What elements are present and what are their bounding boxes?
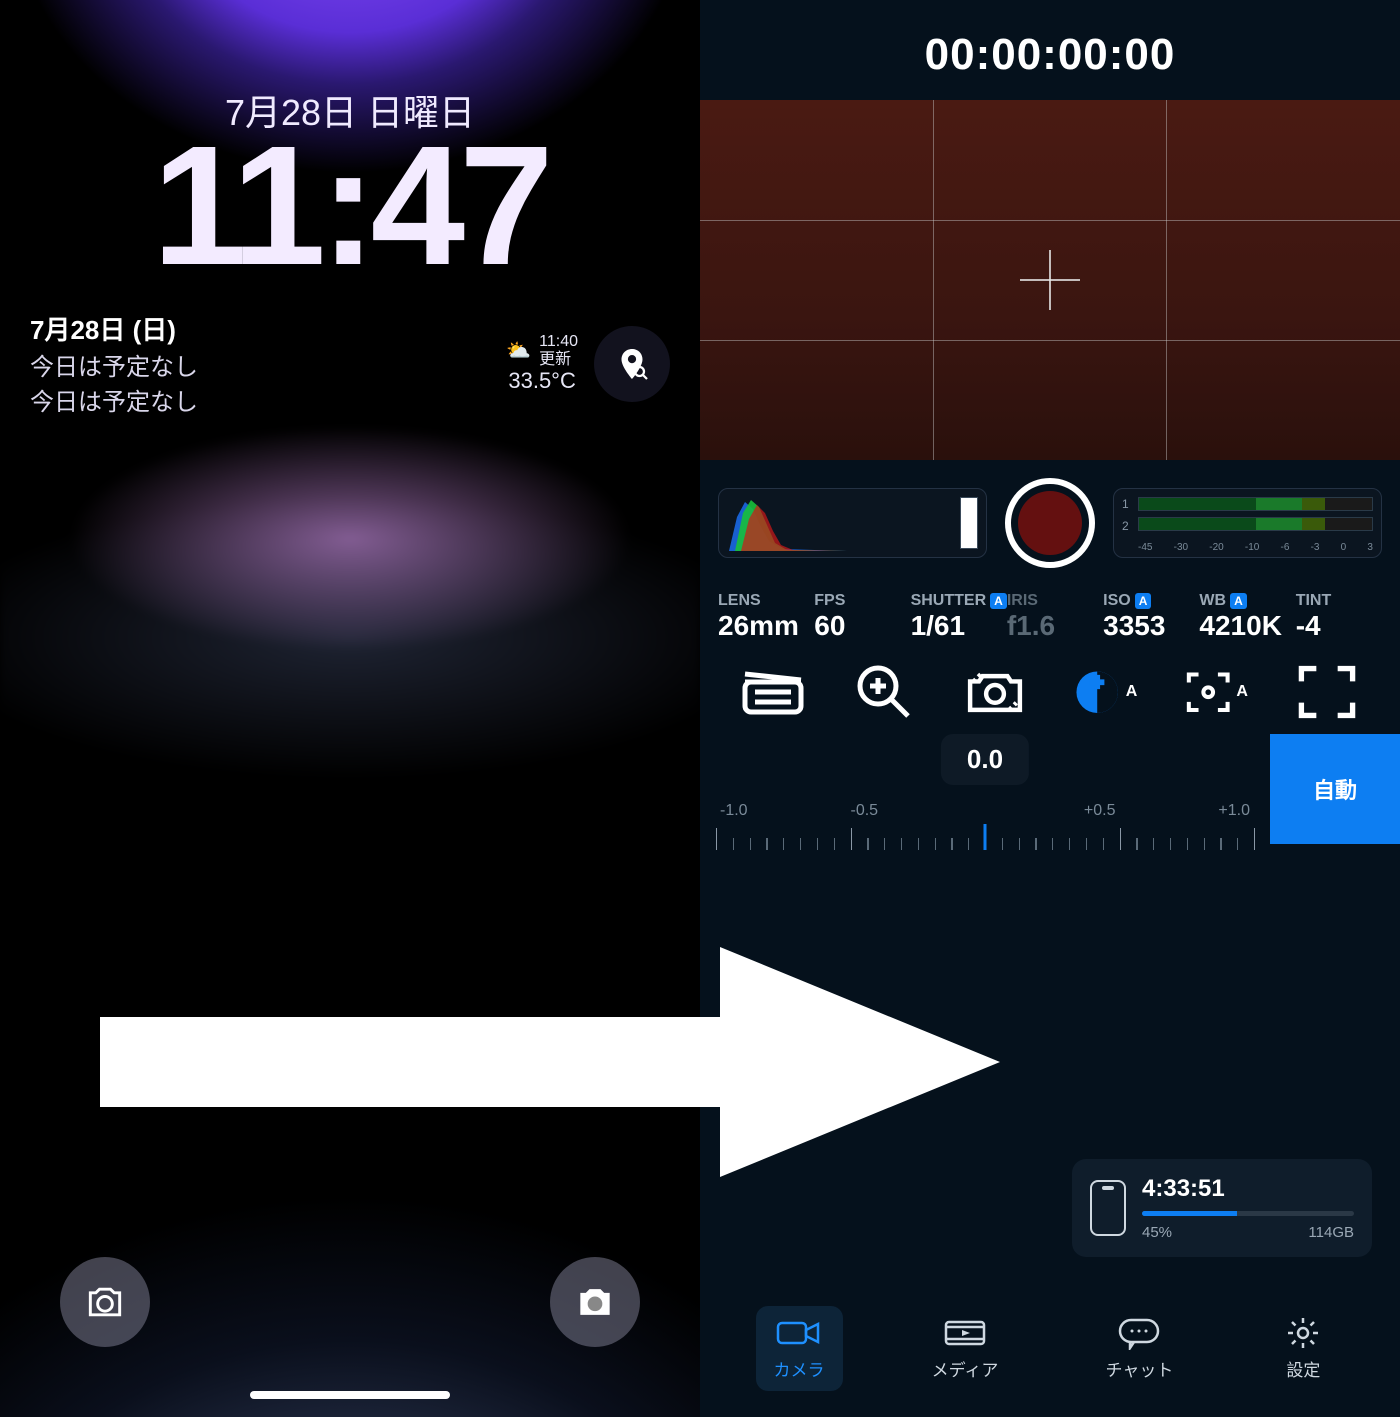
exposure-icon: + (1073, 668, 1121, 716)
lens-swap-button[interactable] (963, 668, 1027, 716)
svg-text:+: + (1091, 671, 1103, 694)
tab-camera[interactable]: カメラ (756, 1306, 843, 1391)
auto-badge: A (990, 593, 1007, 609)
weather-temp: 33.5°C (508, 368, 576, 394)
param-wb[interactable]: WBA 4210K (1199, 592, 1285, 642)
camera-button[interactable] (550, 1257, 640, 1347)
media-tab-icon (942, 1316, 988, 1350)
lock-bottom-actions (0, 1257, 700, 1347)
storage-fill (1142, 1211, 1237, 1216)
weather-widget[interactable]: ⛅ 11:40 更新 33.5°C (506, 333, 578, 394)
focus-button[interactable]: A (1184, 668, 1248, 716)
record-button[interactable] (1005, 478, 1095, 568)
param-lens[interactable]: LENS 26mm (718, 592, 804, 642)
tab-settings[interactable]: 設定 (1262, 1306, 1344, 1391)
zoom-button[interactable] (852, 668, 916, 716)
chat-tab-icon (1116, 1316, 1162, 1350)
camera-tab-icon (776, 1316, 822, 1350)
histogram-icon (727, 497, 847, 551)
calendar-line: 今日は予定なし (30, 347, 198, 382)
exposure-button[interactable]: +A (1073, 668, 1137, 716)
param-iris: IRIS f1.6 (1007, 592, 1093, 642)
auto-badge: A (1135, 593, 1152, 609)
calendar-line: 今日は予定なし (30, 382, 198, 417)
lock-time: 11:47 (0, 108, 700, 304)
camera-icon (83, 1280, 127, 1324)
magnifier-icon (852, 660, 916, 724)
weather-update-label: 更新 (539, 351, 578, 369)
storage-size: 114GB (1308, 1224, 1354, 1241)
pin-icon (614, 346, 650, 382)
exposure-value: 0.0 (941, 734, 1029, 785)
auto-exposure-button[interactable]: 自動 (1270, 734, 1400, 844)
exposure-slider[interactable]: 0.0 -1.0 -0.5 +0.5 +1.0 (700, 734, 1270, 844)
gear-icon (1280, 1316, 1326, 1350)
flashlight-button[interactable] (60, 1257, 150, 1347)
tool-row: +A A (700, 648, 1400, 726)
remaining-time: 4:33:51 (1142, 1175, 1354, 1203)
tab-media[interactable]: メディア (914, 1306, 1017, 1391)
maps-widget[interactable] (594, 326, 670, 402)
frame-button[interactable] (1295, 668, 1359, 716)
storage-widget[interactable]: 4:33:51 45% 114GB (1072, 1159, 1372, 1257)
param-fps[interactable]: FPS 60 (814, 592, 900, 642)
home-indicator[interactable] (250, 1391, 450, 1399)
weather-time: 11:40 (539, 333, 578, 351)
timecode: 00:00:00:00 (700, 0, 1400, 100)
frame-icon (1295, 660, 1359, 724)
tab-bar: カメラ メディア チャット 設定 (700, 1287, 1400, 1417)
camera-icon (573, 1280, 617, 1324)
lock-widgets: 7月28日 (日) 今日は予定なし 今日は予定なし ⛅ 11:40 更新 33.… (30, 310, 670, 417)
histogram[interactable] (718, 488, 987, 558)
focus-icon (1184, 668, 1232, 716)
tab-chat[interactable]: チャット (1088, 1306, 1192, 1391)
camera-app: 00:00:00:00 12 -45 -30 -20 -1 (700, 0, 1400, 1417)
weather-icon: ⛅ (506, 338, 531, 363)
lock-screen: 7月28日 日曜日 11:47 7月28日 (日) 今日は予定なし 今日は予定な… (0, 0, 700, 1417)
param-shutter[interactable]: SHUTTERA 1/61 (911, 592, 997, 642)
storage-percent: 45% (1142, 1224, 1172, 1241)
phone-icon (1090, 1180, 1126, 1236)
exposure-bar (960, 497, 978, 549)
calendar-title: 7月28日 (日) (30, 310, 198, 347)
slate-icon (741, 668, 805, 716)
auto-badge: A (1230, 593, 1247, 609)
camera-swap-icon (963, 669, 1027, 715)
param-tint[interactable]: TINT -4 (1296, 592, 1382, 642)
audio-meter[interactable]: 12 -45 -30 -20 -10 -6 -3 0 3 (1113, 488, 1382, 558)
param-iso[interactable]: ISOA 3353 (1103, 592, 1189, 642)
viewfinder[interactable] (700, 100, 1400, 460)
exposure-slider-row: 0.0 -1.0 -0.5 +0.5 +1.0 自動 (700, 734, 1400, 844)
camera-params: LENS 26mm FPS 60 SHUTTERA 1/61 IRIS f1.6… (700, 574, 1400, 648)
slate-button[interactable] (741, 668, 805, 716)
calendar-widget[interactable]: 7月28日 (日) 今日は予定なし 今日は予定なし (30, 310, 198, 417)
